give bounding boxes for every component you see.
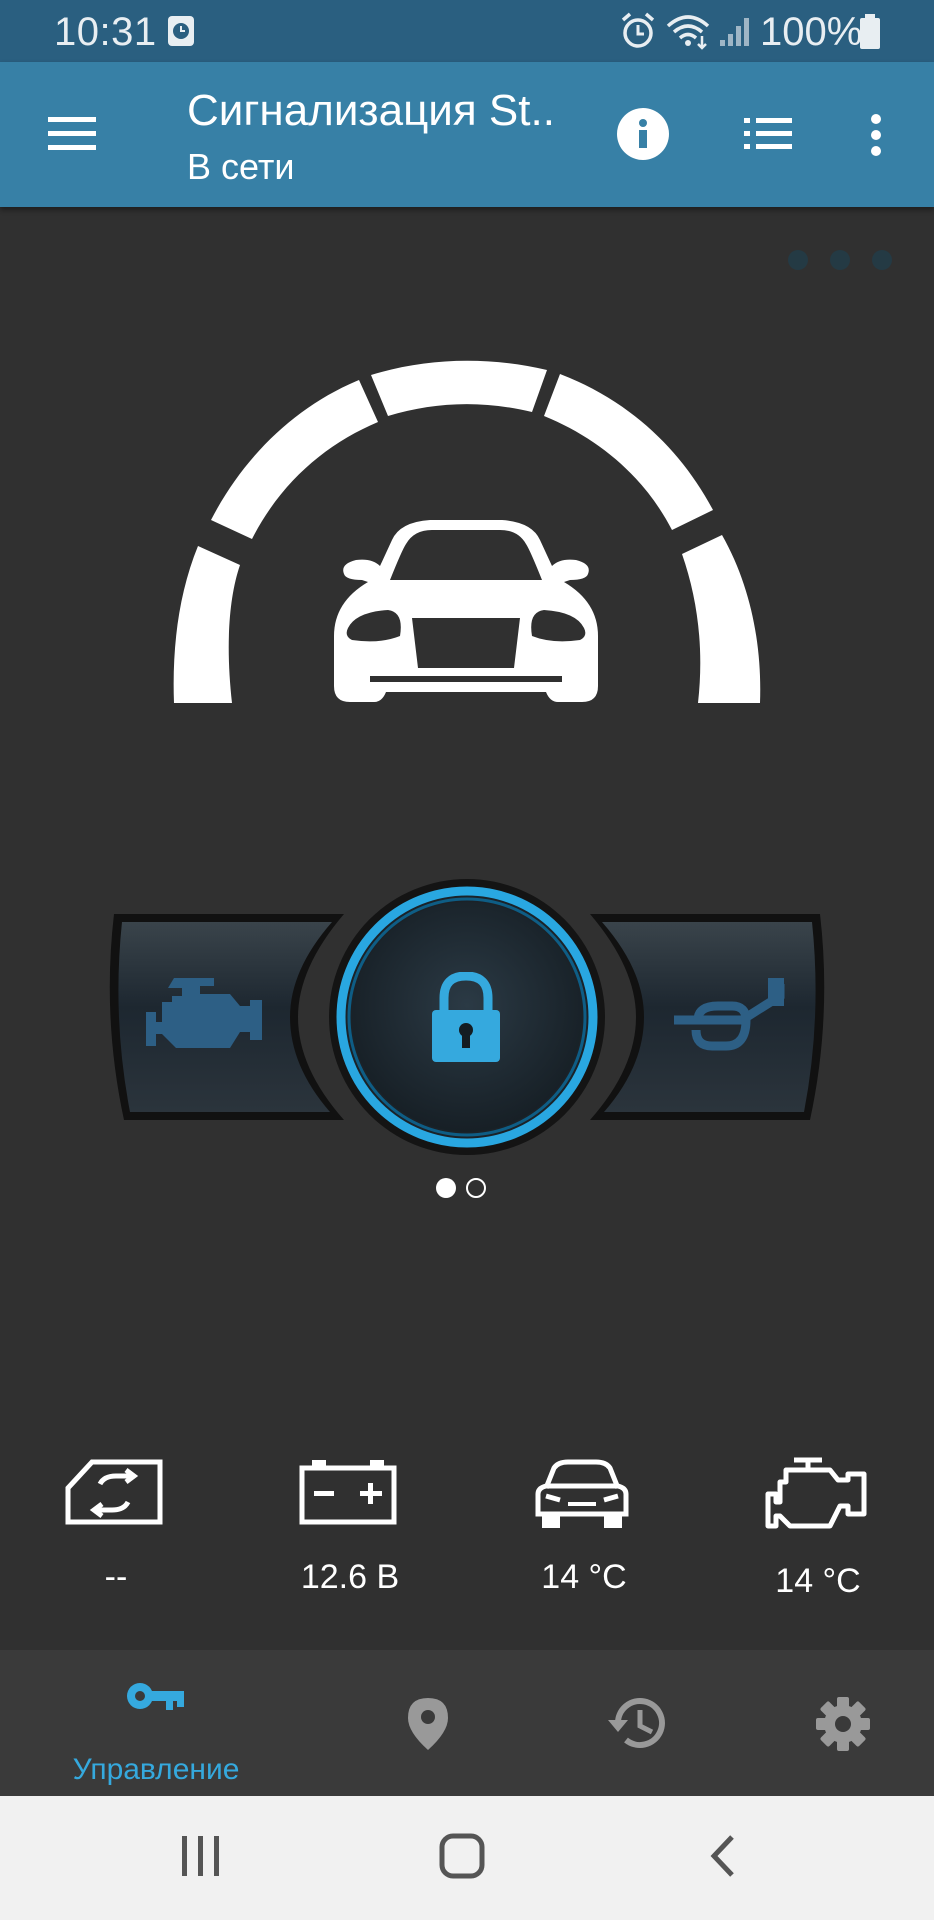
connection-status: В сети	[187, 146, 295, 187]
battery-status-icon	[860, 14, 880, 49]
engine-temp-icon	[765, 1457, 867, 1529]
menu-icon[interactable]	[46, 114, 98, 154]
key-icon[interactable]	[124, 1678, 186, 1714]
sim-card-icon	[65, 1459, 163, 1525]
status-time: 10:31	[54, 10, 157, 54]
battery-percent: 100%	[760, 10, 863, 54]
car-icon	[535, 1459, 629, 1528]
history-icon[interactable]	[606, 1696, 666, 1750]
screen-record-icon	[168, 16, 194, 46]
list-icon[interactable]	[742, 114, 794, 154]
signal-icon	[720, 18, 749, 46]
app-title: Сигнализация St..	[187, 86, 555, 135]
location-pin-icon[interactable]	[406, 1696, 450, 1752]
interior-temp-value: 14 °C	[541, 1558, 627, 1596]
wifi-icon	[666, 15, 710, 50]
battery-voltage-value: 12.6 В	[300, 1558, 400, 1596]
lock-icon	[432, 972, 500, 1062]
info-icon[interactable]	[616, 107, 670, 161]
home-icon[interactable]	[438, 1832, 486, 1880]
horn-icon	[674, 978, 785, 1051]
engine-icon	[146, 978, 262, 1048]
alarm-icon	[621, 12, 655, 48]
page-indicator-active	[436, 1178, 456, 1198]
gear-icon[interactable]	[815, 1696, 871, 1752]
widget-indicator-dots	[788, 250, 892, 270]
battery-icon	[299, 1460, 397, 1525]
sim-balance-value: --	[104, 1558, 128, 1596]
engine-temp-value: 14 °C	[775, 1562, 861, 1600]
car-front-icon	[334, 520, 598, 702]
nav-control-label[interactable]: Управление	[40, 1753, 272, 1787]
recent-apps-icon[interactable]	[180, 1834, 222, 1878]
back-icon[interactable]	[708, 1834, 738, 1878]
page-indicator-inactive	[466, 1178, 486, 1198]
more-options-icon[interactable]	[866, 112, 886, 158]
